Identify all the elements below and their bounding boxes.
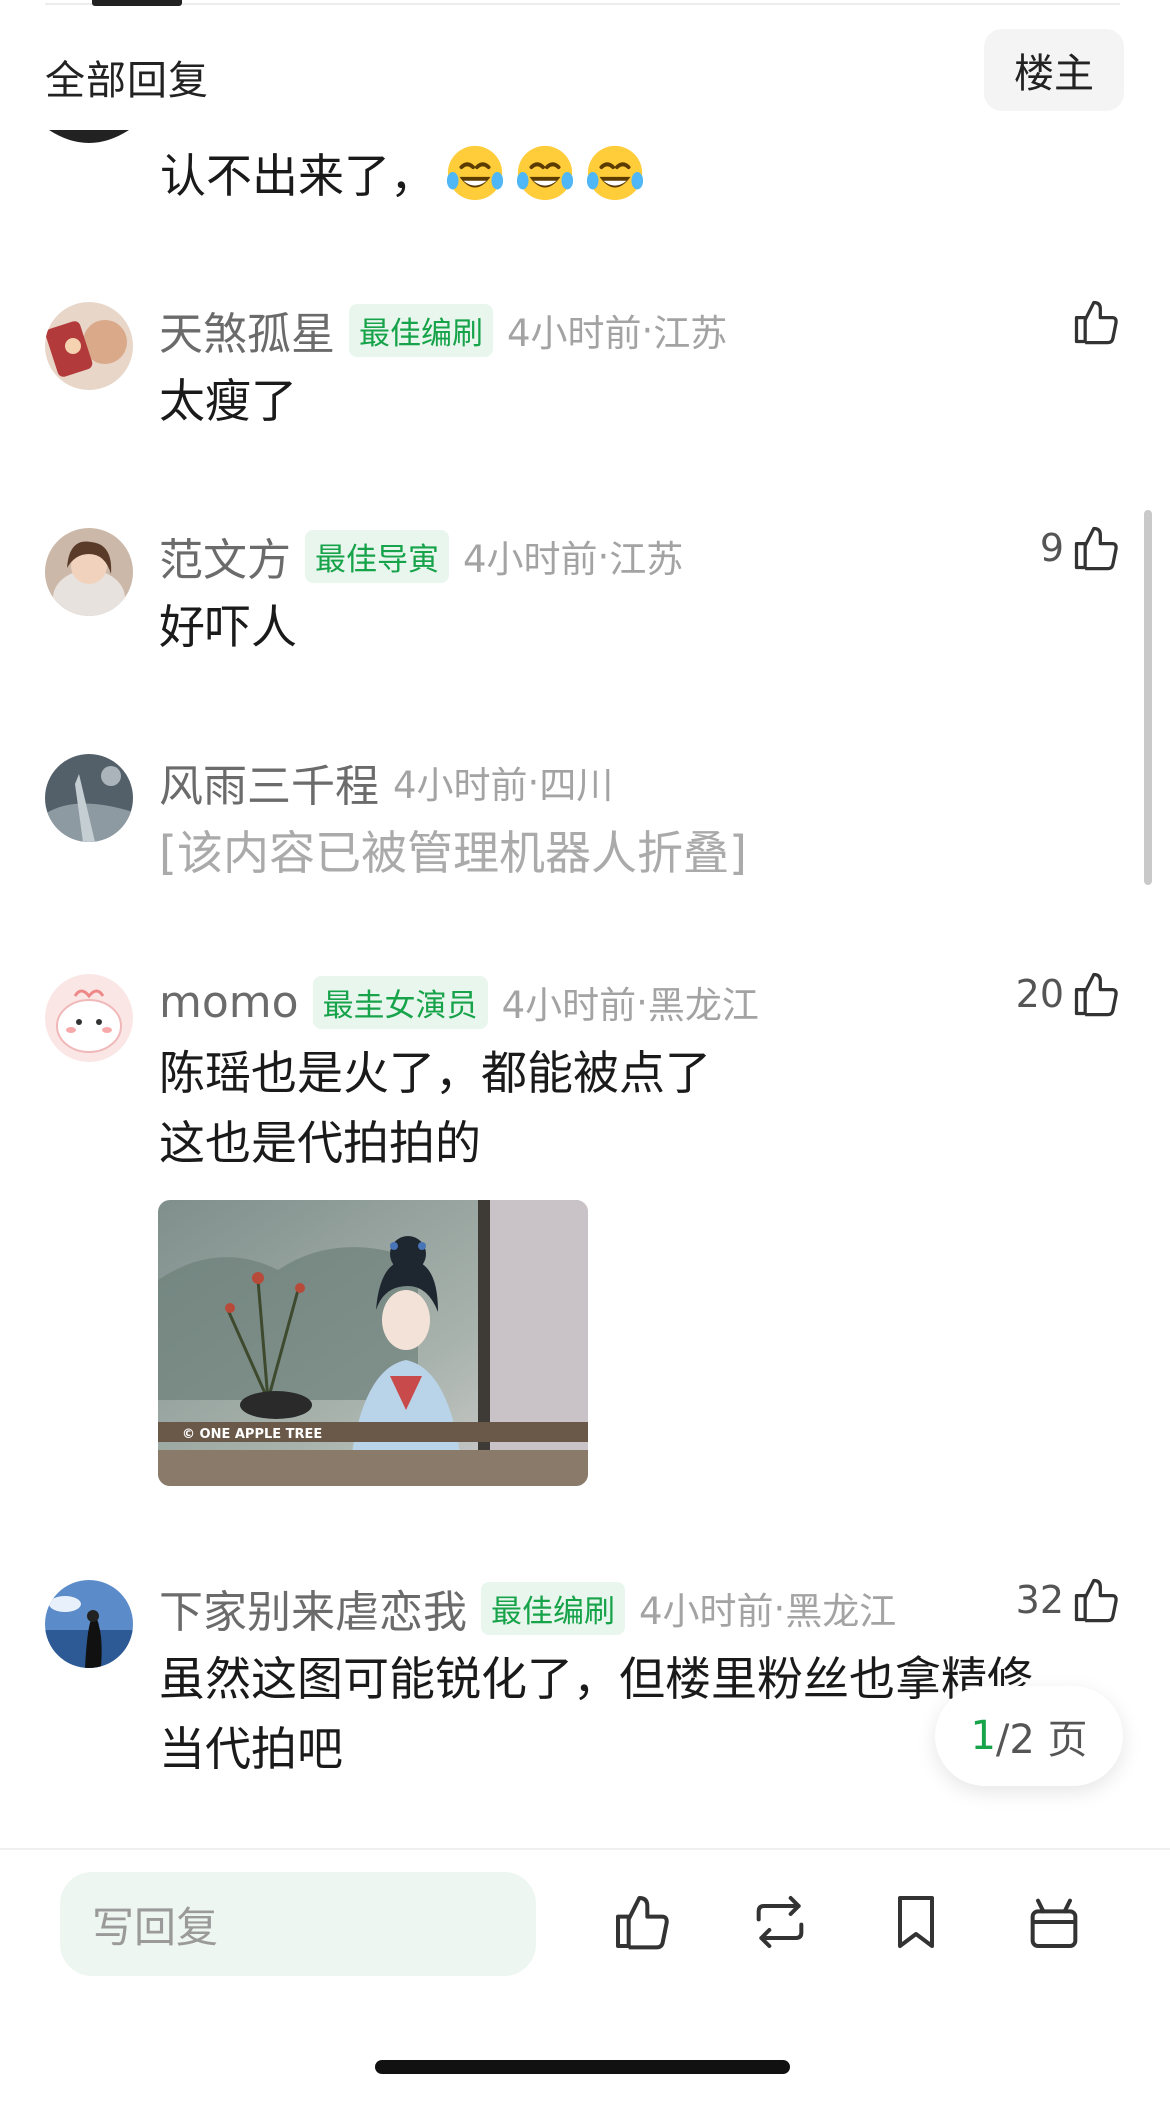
gift-icon[interactable] bbox=[1022, 1890, 1086, 1954]
username[interactable]: 风雨三千程 bbox=[159, 750, 379, 814]
laugh-cry-emoji-icon bbox=[516, 145, 574, 201]
comment-time: 4小时前 bbox=[501, 984, 637, 1027]
avatar[interactable] bbox=[45, 754, 133, 842]
comment-time: 4小时前 bbox=[463, 538, 598, 581]
thumbs-up-icon bbox=[1074, 1578, 1118, 1623]
laugh-cry-emoji-icon bbox=[586, 145, 644, 201]
username[interactable]: 范文方 bbox=[159, 524, 291, 588]
comment-text: 当代拍吧 bbox=[159, 1722, 343, 1776]
like-count: 20 bbox=[1015, 972, 1064, 1016]
louzhu-filter-button[interactable]: 楼主 bbox=[984, 29, 1124, 111]
comment-location: 黑龙江 bbox=[647, 984, 759, 1027]
like-button[interactable] bbox=[1070, 296, 1122, 348]
comment-image[interactable]: © ONE APPLE TREE bbox=[158, 1200, 588, 1486]
reply-input[interactable]: 写回复 bbox=[60, 1872, 536, 1976]
like-count: 32 bbox=[1015, 1578, 1064, 1622]
comment-text: 虽然这图可能锐化了，但楼里粉丝也拿精修 bbox=[159, 1652, 1033, 1706]
comment-time: 4小时前 bbox=[639, 1590, 774, 1633]
comment-time: 4小时前 bbox=[393, 764, 528, 807]
thumbs-up-icon bbox=[1074, 972, 1118, 1017]
avatar[interactable] bbox=[45, 974, 133, 1062]
comment-location: 四川 bbox=[539, 764, 614, 807]
laugh-cry-emoji-icon bbox=[446, 145, 504, 201]
comment-location: 江苏 bbox=[609, 538, 684, 581]
meta-separator: · bbox=[641, 308, 654, 352]
username[interactable]: 下家别来虐恋我 bbox=[159, 1576, 467, 1640]
avatar[interactable] bbox=[45, 1580, 133, 1668]
pagination-indicator[interactable]: 1/2 页 bbox=[935, 1686, 1123, 1786]
like-button[interactable]: 32 bbox=[1016, 1574, 1122, 1626]
section-title: 全部回复 bbox=[45, 58, 209, 104]
user-badge: 最佳编刷 bbox=[481, 1581, 625, 1635]
user-badge: 最佳导寅 bbox=[305, 529, 449, 583]
avatar[interactable] bbox=[45, 528, 133, 616]
top-divider bbox=[45, 3, 1120, 5]
meta-separator: · bbox=[773, 1586, 786, 1630]
meta-separator: · bbox=[527, 760, 540, 804]
username[interactable]: 天煞孤星 bbox=[159, 298, 335, 362]
user-badge: 最圭女演员 bbox=[312, 975, 488, 1029]
comment-text: 陈瑶也是火了，都能被点了 bbox=[159, 1046, 711, 1100]
repost-icon[interactable] bbox=[748, 1890, 812, 1954]
like-icon[interactable] bbox=[610, 1890, 674, 1954]
current-page: 1 bbox=[970, 1713, 996, 1759]
like-button[interactable]: 9 bbox=[1040, 522, 1122, 574]
username[interactable]: momo bbox=[159, 977, 299, 1028]
comment-text: 认不出来了， bbox=[160, 140, 646, 206]
comment-text: 太瘦了 bbox=[159, 374, 297, 428]
comment-text: 这也是代拍拍的 bbox=[159, 1116, 481, 1170]
comment-location: 黑龙江 bbox=[785, 1590, 897, 1633]
top-tab-indicator bbox=[92, 0, 182, 6]
comment-location: 江苏 bbox=[653, 312, 728, 355]
avatar[interactable] bbox=[45, 130, 133, 152]
home-indicator bbox=[375, 2060, 790, 2074]
comment-time: 4小时前 bbox=[507, 312, 642, 355]
like-button[interactable]: 20 bbox=[1016, 968, 1122, 1020]
folded-comment-text[interactable]: [该内容已被管理机器人折叠] bbox=[159, 818, 747, 888]
comment-text: 好吓人 bbox=[159, 600, 297, 654]
thumbs-up-icon bbox=[1074, 526, 1118, 571]
thumbs-up-icon bbox=[1074, 300, 1118, 345]
total-pages: /2 页 bbox=[995, 1717, 1088, 1763]
user-badge: 最佳编刷 bbox=[349, 303, 493, 357]
bottom-action-bar: 写回复 bbox=[0, 1848, 1170, 2114]
like-count: 9 bbox=[1039, 526, 1064, 570]
meta-separator: · bbox=[636, 980, 648, 1024]
bookmark-icon[interactable] bbox=[884, 1890, 948, 1954]
meta-separator: · bbox=[597, 534, 610, 578]
scrollbar[interactable] bbox=[1144, 510, 1152, 885]
avatar[interactable] bbox=[45, 302, 133, 390]
image-watermark: © ONE APPLE TREE bbox=[182, 1427, 322, 1442]
comment-text-content: 认不出来了， bbox=[160, 149, 436, 203]
